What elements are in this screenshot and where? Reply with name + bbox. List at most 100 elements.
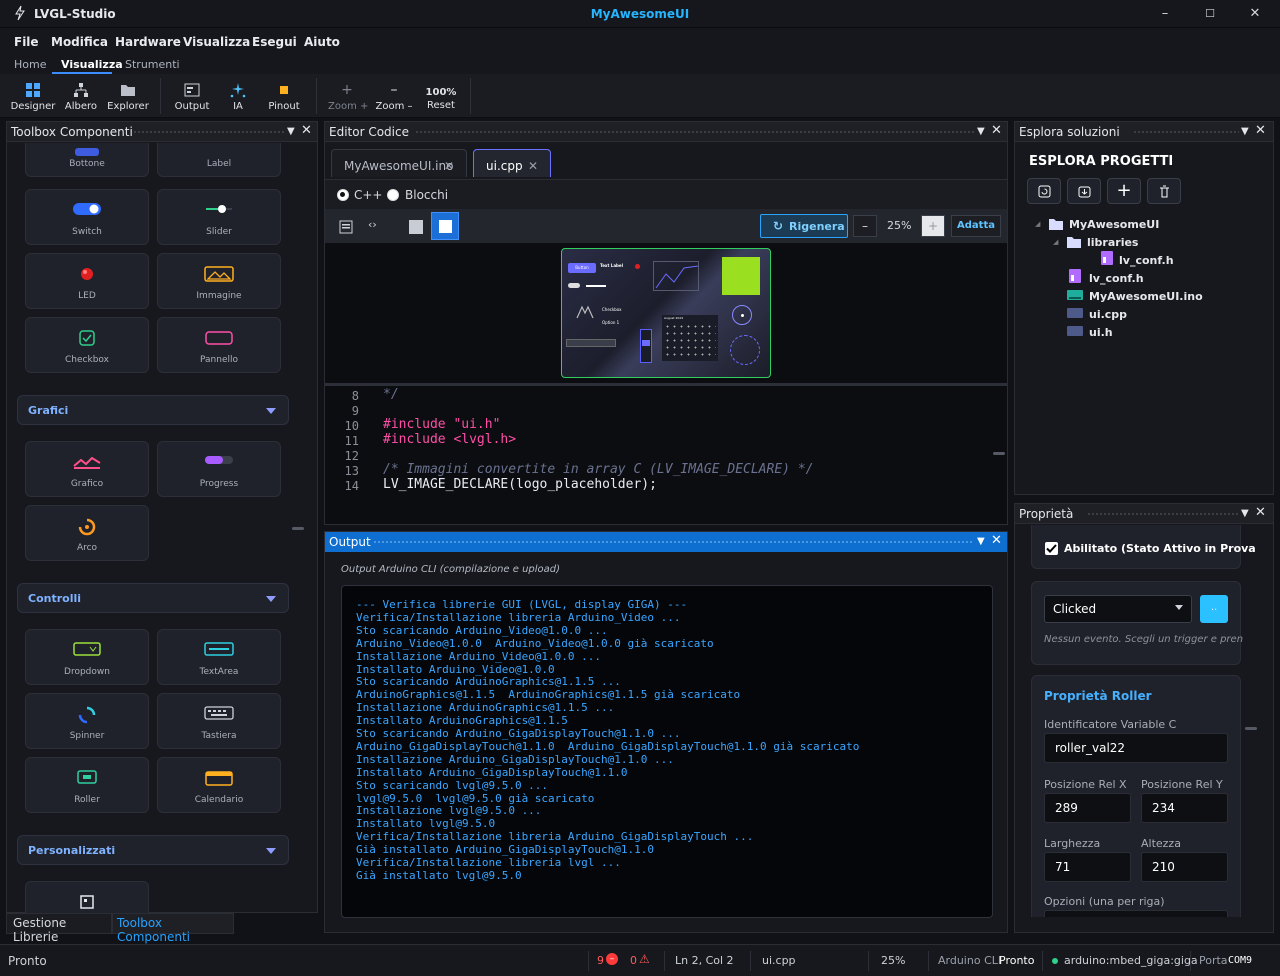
minimize-button[interactable]: – (1150, 4, 1180, 24)
expand-icon[interactable]: ◢ (1035, 220, 1040, 228)
panel-menu-icon[interactable]: ▼ (287, 126, 295, 137)
file-tab-cpp[interactable]: ui.cpp ✕ (473, 149, 551, 177)
explorer-button[interactable]: Explorer (106, 74, 150, 118)
toolbox-item-switch[interactable]: Switch (25, 189, 149, 245)
tree-item-project[interactable]: MyAwesomeUI (1069, 218, 1159, 231)
preview-screen[interactable]: Button Text Label Checkbox Option 1 Augu… (561, 248, 771, 378)
board-name[interactable]: arduino:mbed_giga:giga (1064, 954, 1198, 967)
menu-visualizza[interactable]: Visualizza (183, 35, 250, 49)
dark-bg-button[interactable] (431, 212, 459, 240)
panel-menu-icon[interactable]: ▼ (1241, 508, 1249, 519)
toolbox-item-progress[interactable]: Progress (157, 441, 281, 497)
tree-item-libraries[interactable]: libraries (1087, 236, 1138, 249)
scrollbar-thumb[interactable] (292, 527, 304, 530)
tree-item-h[interactable]: ui.h (1089, 326, 1113, 339)
toolbox-item-calendario[interactable]: Calendario (157, 757, 281, 813)
panel-close-button[interactable]: ✕ (991, 533, 1002, 548)
toolbox-item-textarea[interactable]: TextArea (157, 629, 281, 685)
code-editor[interactable]: 8 9 10 11 12 13 14 */ #include "ui.h" #i… (325, 386, 1007, 524)
refresh-project-button[interactable] (1027, 178, 1061, 204)
panel-menu-icon[interactable]: ▼ (1241, 126, 1249, 137)
menu-file[interactable]: File (14, 35, 39, 49)
zoom-out-button[interactable]: – Zoom – (374, 74, 414, 118)
expand-icon[interactable]: ◢ (1053, 238, 1058, 246)
menu-aiuto[interactable]: Aiuto (304, 35, 340, 49)
tree-item-cpp[interactable]: ui.cpp (1089, 308, 1127, 321)
import-project-button[interactable] (1067, 178, 1101, 204)
toolbox-item-label[interactable]: Label (157, 143, 281, 177)
toolbox-item-tastiera[interactable]: Tastiera (157, 693, 281, 749)
ia-button[interactable]: IA (222, 74, 254, 118)
panel-close-button[interactable]: ✕ (301, 123, 312, 138)
close-window-button[interactable]: ✕ (1240, 4, 1270, 24)
menu-esegui[interactable]: Esegui (252, 35, 297, 49)
zoom-minus-button[interactable]: – (853, 215, 877, 237)
tab-toolbox-componenti[interactable]: Toolbox Componenti (112, 913, 234, 944)
panel-menu-icon[interactable]: ▼ (977, 536, 985, 547)
toolbox-item-checkbox[interactable]: Checkbox (25, 317, 149, 373)
rigenera-button[interactable]: ↻ Rigenera (760, 214, 848, 238)
toolbox-item-dropdown[interactable]: Dropdown (25, 629, 149, 685)
toolbox-item-custom[interactable] (25, 881, 149, 913)
tree-item-lvconf-lib[interactable]: lv_conf.h (1119, 254, 1174, 267)
scrollbar-thumb[interactable] (1245, 727, 1257, 730)
toolbox-item-immagine[interactable]: Immagine (157, 253, 281, 309)
add-event-button[interactable]: .. (1200, 595, 1228, 623)
toolbox-item-spinner[interactable]: Spinner (25, 693, 149, 749)
toolbox-item-pannello[interactable]: Pannello (157, 317, 281, 373)
file-tab-ino[interactable]: MyAwesomeUI.ino ✕ (331, 149, 467, 177)
albero-button[interactable]: Albero (60, 74, 102, 118)
radio-blocchi[interactable] (387, 189, 399, 201)
panel-close-button[interactable]: ✕ (991, 123, 1002, 138)
close-tab-icon[interactable]: ✕ (528, 159, 538, 173)
category-personalizzati[interactable]: Personalizzati (17, 835, 289, 865)
toolbox-item-slider[interactable]: Slider (157, 189, 281, 245)
event-trigger-select[interactable]: Clicked (1044, 595, 1192, 623)
tab-home[interactable]: Home (14, 58, 46, 71)
tree-item-ino[interactable]: MyAwesomeUI.ino (1089, 290, 1203, 303)
pinout-button[interactable]: Pinout (266, 74, 302, 118)
tab-strumenti[interactable]: Strumenti (125, 58, 180, 71)
panel-menu-icon[interactable]: ▼ (977, 126, 985, 137)
toolbox-item-arco[interactable]: Arco (25, 505, 149, 561)
panel-close-button[interactable]: ✕ (1255, 123, 1266, 138)
design-canvas[interactable]: Button Text Label Checkbox Option 1 Augu… (325, 243, 1007, 383)
tab-gestione-librerie[interactable]: Gestione Librerie (6, 913, 112, 944)
enabled-checkbox[interactable] (1045, 542, 1058, 555)
scrollbar-thumb[interactable] (993, 452, 1005, 455)
toolbox-item-bottone[interactable]: Bottone (25, 143, 149, 177)
zoom-in-button[interactable]: + Zoom + (328, 74, 368, 118)
height-input[interactable]: 210 (1141, 852, 1228, 882)
port-value[interactable]: COM9 (1228, 955, 1252, 966)
category-controlli[interactable]: Controlli (17, 583, 289, 613)
width-input[interactable]: 71 (1044, 852, 1131, 882)
menu-hardware[interactable]: Hardware (115, 35, 181, 49)
maximize-button[interactable]: ☐ (1195, 4, 1225, 24)
output-console[interactable]: --- Verifica librerie GUI (LVGL, display… (341, 585, 993, 918)
category-grafici[interactable]: Grafici (17, 395, 289, 425)
panel-close-button[interactable]: ✕ (1255, 505, 1266, 520)
add-file-button[interactable]: + (1107, 178, 1141, 204)
designer-button[interactable]: Designer (10, 74, 56, 118)
code-toggle-icon[interactable]: ‹› (368, 218, 377, 231)
delete-file-button[interactable] (1147, 178, 1181, 204)
close-tab-icon[interactable]: ✕ (444, 159, 454, 173)
options-textarea[interactable] (1044, 910, 1228, 917)
preview-button[interactable]: Button (568, 263, 596, 273)
light-bg-button[interactable] (409, 220, 423, 234)
var-input[interactable]: roller_val22 (1044, 733, 1228, 763)
tab-visualizza[interactable]: Visualizza (61, 58, 123, 71)
toolbox-item-roller[interactable]: Roller (25, 757, 149, 813)
tree-item-lvconf[interactable]: lv_conf.h (1089, 272, 1144, 285)
doc-icon[interactable] (339, 220, 353, 234)
adatta-button[interactable]: Adatta (951, 215, 1001, 237)
zoom-plus-button[interactable]: + (921, 215, 945, 237)
posy-input[interactable]: 234 (1141, 793, 1228, 823)
posx-input[interactable]: 289 (1044, 793, 1131, 823)
toolbox-item-grafico[interactable]: Grafico (25, 441, 149, 497)
menu-modifica[interactable]: Modifica (51, 35, 108, 49)
output-button[interactable]: Output (172, 74, 212, 118)
radio-cpp[interactable] (337, 189, 349, 201)
error-count[interactable]: 9 (597, 954, 604, 967)
warning-count[interactable]: 0 (630, 954, 637, 967)
